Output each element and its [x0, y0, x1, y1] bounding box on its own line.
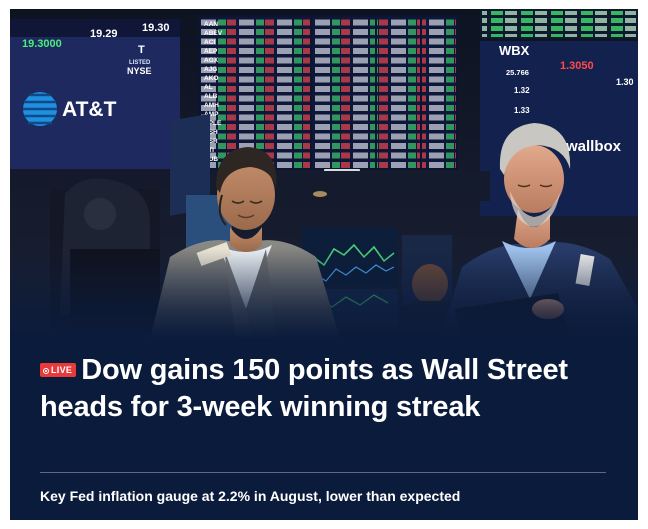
- wbx-value-4: 1.32: [514, 86, 530, 95]
- live-badge: LIVE: [40, 363, 77, 377]
- svg-text:AJG: AJG: [204, 66, 217, 73]
- headline-link[interactable]: LIVE Dow gains 150 points as Wall Street …: [40, 352, 620, 426]
- wbx-value-2: 25.766: [506, 68, 529, 77]
- svg-text:ACI: ACI: [204, 39, 215, 46]
- news-card[interactable]: 19.3000 19.29 19.30 T LISTED NYSE AT&T A…: [10, 9, 638, 520]
- svg-text:AKO: AKO: [204, 75, 218, 82]
- svg-text:AL: AL: [204, 84, 213, 91]
- live-dot-icon: [43, 368, 49, 374]
- svg-text:ABEV: ABEV: [204, 30, 223, 37]
- left-display-board: 19.3000 19.29 19.30 T LISTED NYSE AT&T: [10, 19, 180, 169]
- index-value-1: 19.3000: [22, 38, 62, 50]
- headline-block: LIVE Dow gains 150 points as Wall Street …: [40, 352, 620, 426]
- wbx-value-3: 1.30: [616, 77, 634, 87]
- svg-text:ALB: ALB: [204, 93, 218, 100]
- att-globe-icon: [23, 92, 57, 126]
- live-label: LIVE: [51, 365, 73, 375]
- headline-text: Dow gains 150 points as Wall Street head…: [40, 354, 568, 423]
- index-value-3: 19.30: [142, 22, 170, 34]
- subheadline-link[interactable]: Key Fed inflation gauge at 2.2% in Augus…: [40, 487, 620, 505]
- svg-text:AMH: AMH: [204, 102, 219, 109]
- photo-gradient-overlay: [10, 249, 638, 339]
- board-ticker: T: [138, 44, 145, 56]
- exchange-label: NYSE: [127, 66, 152, 76]
- wbx-value-5: 1.33: [514, 106, 530, 115]
- svg-text:AGX: AGX: [204, 57, 219, 64]
- att-logo-text: AT&T: [62, 98, 117, 121]
- index-value-2: 19.29: [90, 28, 118, 40]
- svg-text:AAN: AAN: [204, 21, 218, 28]
- center-ticker-board: AAN ABEV ACI AEP AGX AJG AKO AL ALB AMH …: [198, 15, 458, 170]
- wbx-ticker: WBX: [499, 43, 530, 58]
- wbx-value-1: 1.3050: [560, 60, 594, 72]
- svg-text:AEP: AEP: [204, 48, 218, 55]
- story-photo[interactable]: 19.3000 19.29 19.30 T LISTED NYSE AT&T A…: [10, 9, 638, 339]
- wallbox-logo-text: wallbox: [565, 138, 622, 155]
- divider: [40, 472, 606, 473]
